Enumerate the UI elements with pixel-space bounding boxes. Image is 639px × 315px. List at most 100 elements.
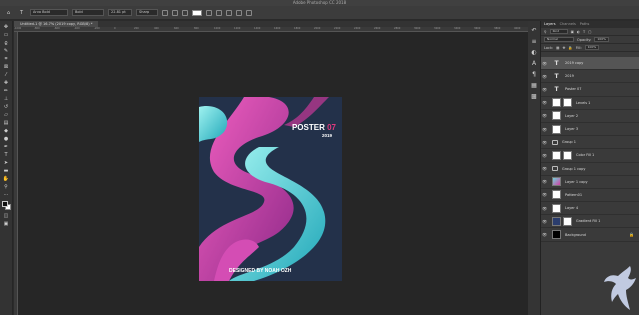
- visibility-eye-icon[interactable]: 👁: [541, 206, 548, 211]
- filter-text-icon[interactable]: T: [583, 30, 585, 34]
- visibility-eye-icon[interactable]: 👁: [541, 74, 548, 79]
- home-icon[interactable]: ⌂: [4, 9, 13, 16]
- clone-stamp-tool-icon[interactable]: ⊥: [2, 95, 11, 102]
- visibility-eye-icon[interactable]: 👁: [541, 166, 548, 171]
- layer-row[interactable]: 👁 T Poster 07: [541, 83, 639, 97]
- layer-row[interactable]: 👁 Layer 2: [541, 110, 639, 123]
- rectangle-tool-icon[interactable]: ▬: [2, 167, 11, 174]
- align-center-icon[interactable]: [172, 9, 178, 16]
- paragraph-panel-icon[interactable]: ¶: [531, 71, 538, 78]
- gradient-tool-icon[interactable]: ▤: [2, 119, 11, 126]
- filter-search-icon[interactable]: ⚲: [544, 30, 547, 34]
- layer-row[interactable]: 👁 Background 🔒: [541, 228, 639, 242]
- character-panel-icon[interactable]: [216, 9, 222, 16]
- layer-row[interactable]: 👁 Levels 1: [541, 97, 639, 110]
- edit-toolbar-icon[interactable]: ⋯: [2, 191, 11, 198]
- layer-row[interactable]: 👁 T 2019 copy: [541, 57, 639, 71]
- ruler-tick-label: -200: [94, 27, 100, 30]
- warp-text-icon[interactable]: [206, 9, 212, 16]
- history-brush-tool-icon[interactable]: ↺: [2, 103, 11, 110]
- libraries-panel-icon[interactable]: ▦: [531, 82, 538, 89]
- path-selection-tool-icon[interactable]: ➤: [2, 159, 11, 166]
- poster-year[interactable]: 2019: [322, 133, 332, 138]
- layer-row[interactable]: 👁 Pattern01: [541, 189, 639, 203]
- screen-mode-icon[interactable]: ▣: [2, 220, 11, 227]
- layer-row[interactable]: 👁 Group 1: [541, 136, 639, 150]
- canvas-workspace[interactable]: POSTER 07 2019 DESIGNED BY NOAH OZH: [18, 32, 532, 315]
- document-canvas[interactable]: POSTER 07 2019 DESIGNED BY NOAH OZH: [199, 97, 342, 281]
- color-swatches[interactable]: [1, 201, 11, 211]
- layer-row[interactable]: 👁 T 2019: [541, 70, 639, 84]
- lock-all-icon[interactable]: 🔒: [568, 46, 572, 50]
- lock-position-icon[interactable]: ✥: [562, 46, 565, 50]
- lasso-tool-icon[interactable]: ϱ: [2, 39, 11, 46]
- commit-icon[interactable]: [236, 9, 242, 16]
- lock-pixels-icon[interactable]: ▦: [556, 46, 559, 50]
- 3d-icon[interactable]: [246, 9, 252, 16]
- font-size-select[interactable]: 22.81 pt: [108, 9, 132, 16]
- visibility-eye-icon[interactable]: 👁: [541, 232, 548, 237]
- font-style-select[interactable]: Bold: [72, 9, 104, 16]
- type-tool-icon[interactable]: T: [17, 9, 26, 16]
- history-panel-icon[interactable]: ↶: [531, 27, 538, 34]
- visibility-eye-icon[interactable]: 👁: [541, 61, 548, 66]
- adjustments-panel-icon[interactable]: ◐: [531, 49, 538, 56]
- filter-shape-icon[interactable]: ▢: [588, 30, 591, 34]
- opacity-field[interactable]: 100%: [594, 37, 609, 42]
- visibility-eye-icon[interactable]: 👁: [541, 179, 548, 184]
- zoom-tool-icon[interactable]: ⚲: [2, 183, 11, 190]
- eraser-tool-icon[interactable]: ▱: [2, 111, 11, 118]
- layer-row[interactable]: 👁 Color Fill 1: [541, 149, 639, 163]
- layer-name: Layer 1 copy: [565, 179, 588, 184]
- visibility-eye-icon[interactable]: 👁: [541, 140, 548, 145]
- properties-panel-icon[interactable]: ≡: [531, 38, 538, 45]
- tab-paths[interactable]: Paths: [580, 21, 590, 28]
- type-tool-icon-2[interactable]: T: [2, 151, 11, 158]
- visibility-eye-icon[interactable]: 👁: [541, 219, 548, 224]
- poster-credit[interactable]: DESIGNED BY NOAH OZH: [229, 268, 291, 274]
- blend-mode-select[interactable]: Normal: [544, 37, 574, 42]
- blur-tool-icon[interactable]: ◆: [2, 127, 11, 134]
- pen-tool-icon[interactable]: ✒: [2, 143, 11, 150]
- layer-row[interactable]: 👁 Layer 4: [541, 202, 639, 216]
- move-tool-icon[interactable]: ✥: [2, 23, 11, 30]
- layer-name: Layer 2: [565, 113, 579, 118]
- cancel-icon[interactable]: [226, 9, 232, 16]
- tab-channels[interactable]: Channels: [560, 21, 576, 28]
- layer-row[interactable]: 👁 Gradient Fill 1: [541, 215, 639, 229]
- ruler-tick-label: 400: [154, 27, 159, 30]
- filter-pixel-icon[interactable]: ▣: [571, 30, 574, 34]
- quick-mask-icon[interactable]: ◫: [2, 212, 11, 219]
- dodge-tool-icon[interactable]: ●: [2, 135, 11, 142]
- align-right-icon[interactable]: [182, 9, 188, 16]
- align-left-icon[interactable]: [162, 9, 168, 16]
- swatches-panel-icon[interactable]: ▩: [531, 93, 538, 100]
- visibility-eye-icon[interactable]: 👁: [541, 87, 548, 92]
- text-color-swatch[interactable]: [192, 9, 202, 16]
- layer-row[interactable]: 👁 Group 1 copy: [541, 163, 639, 176]
- tab-layers[interactable]: Layers: [544, 21, 556, 28]
- visibility-eye-icon[interactable]: 👁: [541, 192, 548, 197]
- visibility-eye-icon[interactable]: 👁: [541, 100, 548, 105]
- eyedropper-tool-icon[interactable]: ⁄: [2, 71, 11, 78]
- visibility-eye-icon[interactable]: 👁: [541, 153, 548, 158]
- poster-title[interactable]: POSTER 07: [292, 123, 336, 132]
- healing-brush-tool-icon[interactable]: ✚: [2, 79, 11, 86]
- character-panel-icon[interactable]: A: [531, 60, 538, 67]
- hand-tool-icon[interactable]: ✋: [2, 175, 11, 182]
- layer-row[interactable]: 👁 Layer 3: [541, 123, 639, 137]
- antialias-select[interactable]: Sharp: [136, 9, 158, 16]
- marquee-tool-icon[interactable]: ▭: [2, 31, 11, 38]
- visibility-eye-icon[interactable]: 👁: [541, 127, 548, 132]
- brush-tool-icon[interactable]: ✏: [2, 87, 11, 94]
- visibility-eye-icon[interactable]: 👁: [541, 113, 548, 118]
- layer-row[interactable]: 👁 Layer 1 copy: [541, 176, 639, 189]
- fill-field[interactable]: 100%: [584, 45, 600, 50]
- quick-select-tool-icon[interactable]: ✎: [2, 47, 11, 54]
- frame-tool-icon[interactable]: ⊠: [2, 63, 11, 70]
- filter-kind-select[interactable]: Kind: [549, 29, 568, 34]
- font-family-select[interactable]: Arvo Bold: [30, 9, 68, 16]
- filter-adjust-icon[interactable]: ◐: [577, 30, 580, 34]
- crop-tool-icon[interactable]: ⌗: [2, 55, 11, 62]
- foreground-color[interactable]: [1, 201, 8, 207]
